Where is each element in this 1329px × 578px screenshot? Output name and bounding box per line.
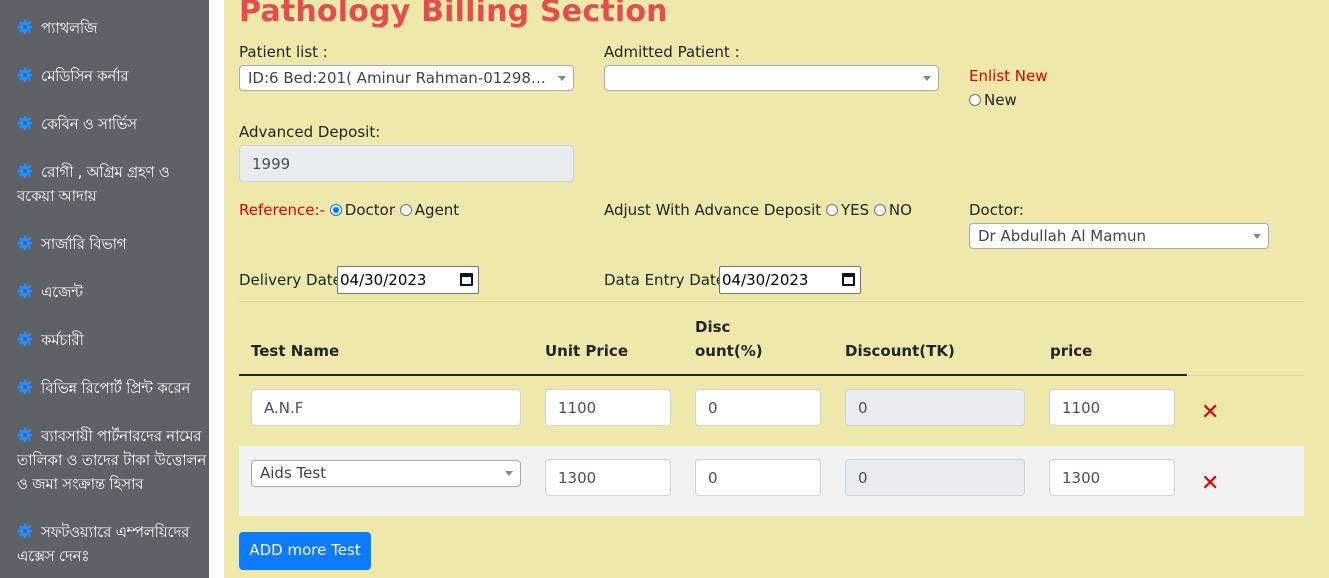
- delivery-date-value: 04/30/2023: [340, 271, 427, 289]
- delete-row-icon[interactable]: ✕: [1201, 471, 1219, 496]
- doctor-select[interactable]: Dr Abdullah Al Mamun: [969, 223, 1269, 249]
- price-input[interactable]: 1300: [1049, 459, 1175, 496]
- sidebar-item-cabin[interactable]: কেবিন ও সার্ভিস: [17, 112, 209, 136]
- gear-icon: [17, 235, 33, 251]
- new-radio[interactable]: [969, 94, 981, 106]
- sidebar: প্যাথলজি মেডিসিন কর্নার কেবিন ও সার্ভিস …: [0, 0, 209, 578]
- sidebar-item-reports[interactable]: বিভিন্ন রিপোর্ট প্রিন্ট করেন: [17, 376, 209, 400]
- th-discount-pct-line2: ount(%): [695, 342, 763, 360]
- sidebar-item-label: সার্জারি বিভাগ: [41, 235, 127, 253]
- main-content: Pathology Billing Section Patient list :…: [224, 0, 1329, 578]
- table-header-rule-end: [1187, 375, 1304, 376]
- entry-date-input[interactable]: 04/30/2023: [719, 266, 861, 294]
- sidebar-item-access[interactable]: সফটওয়্যারে এম্পলয়িদের এক্সেস দেনঃ: [17, 520, 209, 568]
- delete-row-icon[interactable]: ✕: [1201, 400, 1219, 425]
- sidebar-item-label: প্যাথলজি: [41, 19, 98, 37]
- sidebar-item-partners[interactable]: ব্যাবসায়ী পার্টনারদের নামের তালিকা ও তা…: [17, 424, 209, 496]
- sidebar-item-label: সফটওয়্যারে এম্পলয়িদের এক্সেস দেনঃ: [17, 523, 190, 565]
- doctor-value: Dr Abdullah Al Mamun: [978, 227, 1147, 245]
- admitted-patient-select[interactable]: [604, 65, 939, 91]
- sidebar-item-patient[interactable]: রোগী , অগ্রিম গ্রহণ ও বকেয়া আদায়: [17, 160, 209, 208]
- divider: [239, 301, 1304, 302]
- test-name-value: Aids Test: [260, 464, 327, 482]
- sidebar-item-employee[interactable]: কর্মচারী: [17, 328, 209, 352]
- test-name-input[interactable]: A.N.F: [251, 389, 521, 426]
- entry-date-label: Data Entry Date:: [604, 271, 731, 289]
- adjust-no-label: NO: [888, 201, 912, 219]
- sidebar-item-surgery[interactable]: সার্জারি বিভাগ: [17, 232, 209, 256]
- add-more-test-button[interactable]: ADD more Test: [239, 532, 371, 570]
- unit-price-input[interactable]: 1100: [545, 389, 671, 426]
- table-header-rule: [239, 374, 1187, 376]
- admitted-patient-label: Admitted Patient :: [604, 43, 740, 61]
- discount-pct-input[interactable]: 0: [695, 459, 821, 496]
- reference-group: Reference:- Doctor Agent: [239, 201, 459, 219]
- gear-icon: [17, 331, 33, 347]
- gear-icon: [17, 379, 33, 395]
- sidebar-item-pathology[interactable]: প্যাথলজি: [17, 16, 209, 40]
- discount-tk-field[interactable]: 0: [845, 389, 1025, 426]
- gear-icon: [17, 283, 33, 299]
- doctor-label: Doctor:: [969, 201, 1024, 219]
- adjust-no-radio[interactable]: [873, 204, 886, 216]
- chevron-down-icon: [505, 471, 513, 476]
- new-radio-group: New: [969, 91, 1017, 109]
- advanced-deposit-field[interactable]: 1999: [239, 145, 574, 182]
- gear-icon: [17, 427, 33, 443]
- sidebar-item-label: ব্যাবসায়ী পার্টনারদের নামের তালিকা ও তা…: [17, 427, 206, 493]
- th-test-name: Test Name: [251, 342, 340, 360]
- adjust-deposit-label: Adjust With Advance Deposit: [604, 201, 822, 219]
- new-radio-label: New: [984, 91, 1017, 109]
- calendar-icon[interactable]: [460, 273, 473, 286]
- reference-doctor-radio[interactable]: [329, 204, 342, 216]
- chevron-down-icon: [1253, 234, 1261, 239]
- adjust-deposit-group: Adjust With Advance Deposit YES NO: [604, 201, 912, 219]
- sidebar-item-label: এজেন্ট: [41, 283, 83, 301]
- sidebar-item-agent[interactable]: এজেন্ট: [17, 280, 209, 304]
- sidebar-item-label: মেডিসিন কর্নার: [41, 67, 129, 85]
- test-name-select[interactable]: Aids Test: [251, 460, 521, 487]
- price-input[interactable]: 1100: [1049, 389, 1175, 426]
- patient-list-value: ID:6 Bed:201( Aminur Rahman-01298765432): [248, 69, 574, 87]
- chevron-down-icon: [558, 76, 566, 81]
- patient-list-label: Patient list :: [239, 43, 328, 61]
- gear-icon: [17, 67, 33, 83]
- chevron-down-icon: [923, 76, 931, 81]
- reference-label: Reference:-: [239, 201, 326, 219]
- adjust-yes-radio[interactable]: [825, 204, 838, 216]
- reference-doctor-label: Doctor: [344, 201, 395, 219]
- th-discount-tk: Discount(TK): [845, 342, 955, 360]
- th-unit-price: Unit Price: [545, 342, 628, 360]
- sidebar-item-label: রোগী , অগ্রিম গ্রহণ ও বকেয়া আদায়: [17, 163, 170, 205]
- enlist-new-label: Enlist New: [969, 67, 1048, 85]
- th-price: price: [1050, 342, 1093, 360]
- adjust-yes-label: YES: [840, 201, 870, 219]
- sidebar-gap: [209, 0, 224, 578]
- sidebar-item-label: কর্মচারী: [41, 331, 84, 349]
- sidebar-item-label: বিভিন্ন রিপোর্ট প্রিন্ট করেন: [41, 379, 191, 397]
- calendar-icon[interactable]: [842, 273, 855, 286]
- discount-pct-input[interactable]: 0: [695, 389, 821, 426]
- th-discount-pct-line1: Disc: [695, 318, 731, 336]
- gear-icon: [17, 19, 33, 35]
- delivery-date-input[interactable]: 04/30/2023: [337, 266, 479, 294]
- entry-date-value: 04/30/2023: [722, 271, 809, 289]
- discount-tk-field[interactable]: 0: [845, 459, 1025, 496]
- gear-icon: [17, 163, 33, 179]
- sidebar-item-medicine[interactable]: মেডিসিন কর্নার: [17, 64, 209, 88]
- advanced-deposit-label: Advanced Deposit:: [239, 123, 381, 141]
- gear-icon: [17, 523, 33, 539]
- gear-icon: [17, 115, 33, 131]
- delivery-date-label: Delivery Date:: [239, 271, 347, 289]
- unit-price-input[interactable]: 1300: [545, 459, 671, 496]
- page-title: Pathology Billing Section: [239, 0, 668, 29]
- reference-agent-radio[interactable]: [399, 204, 412, 216]
- patient-list-select[interactable]: ID:6 Bed:201( Aminur Rahman-01298765432): [239, 65, 574, 91]
- reference-agent-label: Agent: [414, 201, 460, 219]
- sidebar-item-label: কেবিন ও সার্ভিস: [41, 115, 137, 133]
